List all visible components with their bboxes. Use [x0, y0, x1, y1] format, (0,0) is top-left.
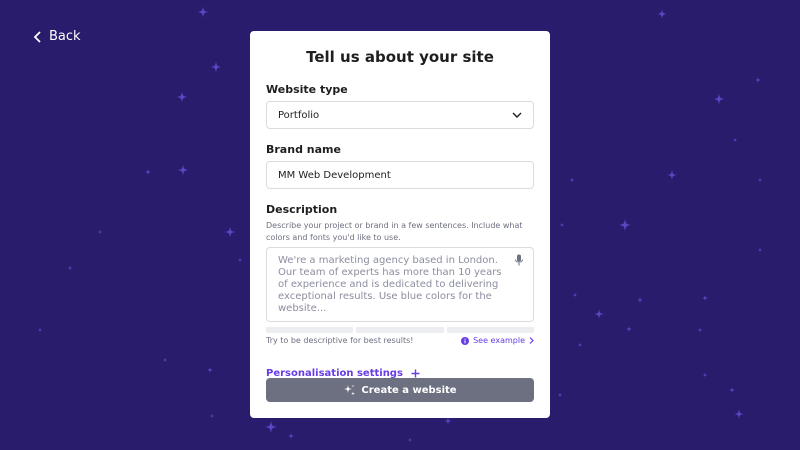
quality-segment [446, 327, 534, 333]
sparkle-icon [344, 384, 356, 395]
page-title: Tell us about your site [306, 48, 494, 66]
chevron-right-icon [529, 337, 534, 344]
website-type-value: Portfolio [278, 109, 320, 121]
info-icon [461, 336, 470, 345]
description-label: Description [266, 203, 338, 216]
microphone-icon[interactable] [514, 254, 524, 266]
description-quality-meter [266, 327, 534, 333]
brand-name-label: Brand name [266, 143, 341, 156]
description-placeholder: We're a marketing agency based in London… [278, 255, 502, 314]
back-button[interactable]: Back [33, 29, 81, 44]
create-website-label: Create a website [361, 384, 457, 396]
site-details-card: Tell us about your site Website type Por… [250, 31, 550, 418]
see-example-link[interactable]: See example [461, 336, 534, 345]
chevron-down-icon [512, 112, 522, 118]
chevron-left-icon [33, 30, 41, 43]
plus-icon [411, 369, 420, 378]
description-textarea[interactable]: We're a marketing agency based in London… [266, 247, 534, 322]
quality-segment [266, 327, 354, 333]
description-hint: Try to be descriptive for best results! [266, 336, 414, 345]
brand-name-input[interactable]: MM Web Development [266, 161, 534, 189]
quality-segment [356, 327, 444, 333]
create-website-button[interactable]: Create a website [266, 378, 534, 402]
description-help: Describe your project or brand in a few … [266, 221, 523, 242]
website-type-select[interactable]: Portfolio [266, 101, 534, 129]
back-label: Back [49, 29, 81, 44]
brand-name-value: MM Web Development [278, 169, 391, 181]
website-type-label: Website type [266, 83, 348, 96]
see-example-label: See example [473, 336, 525, 345]
